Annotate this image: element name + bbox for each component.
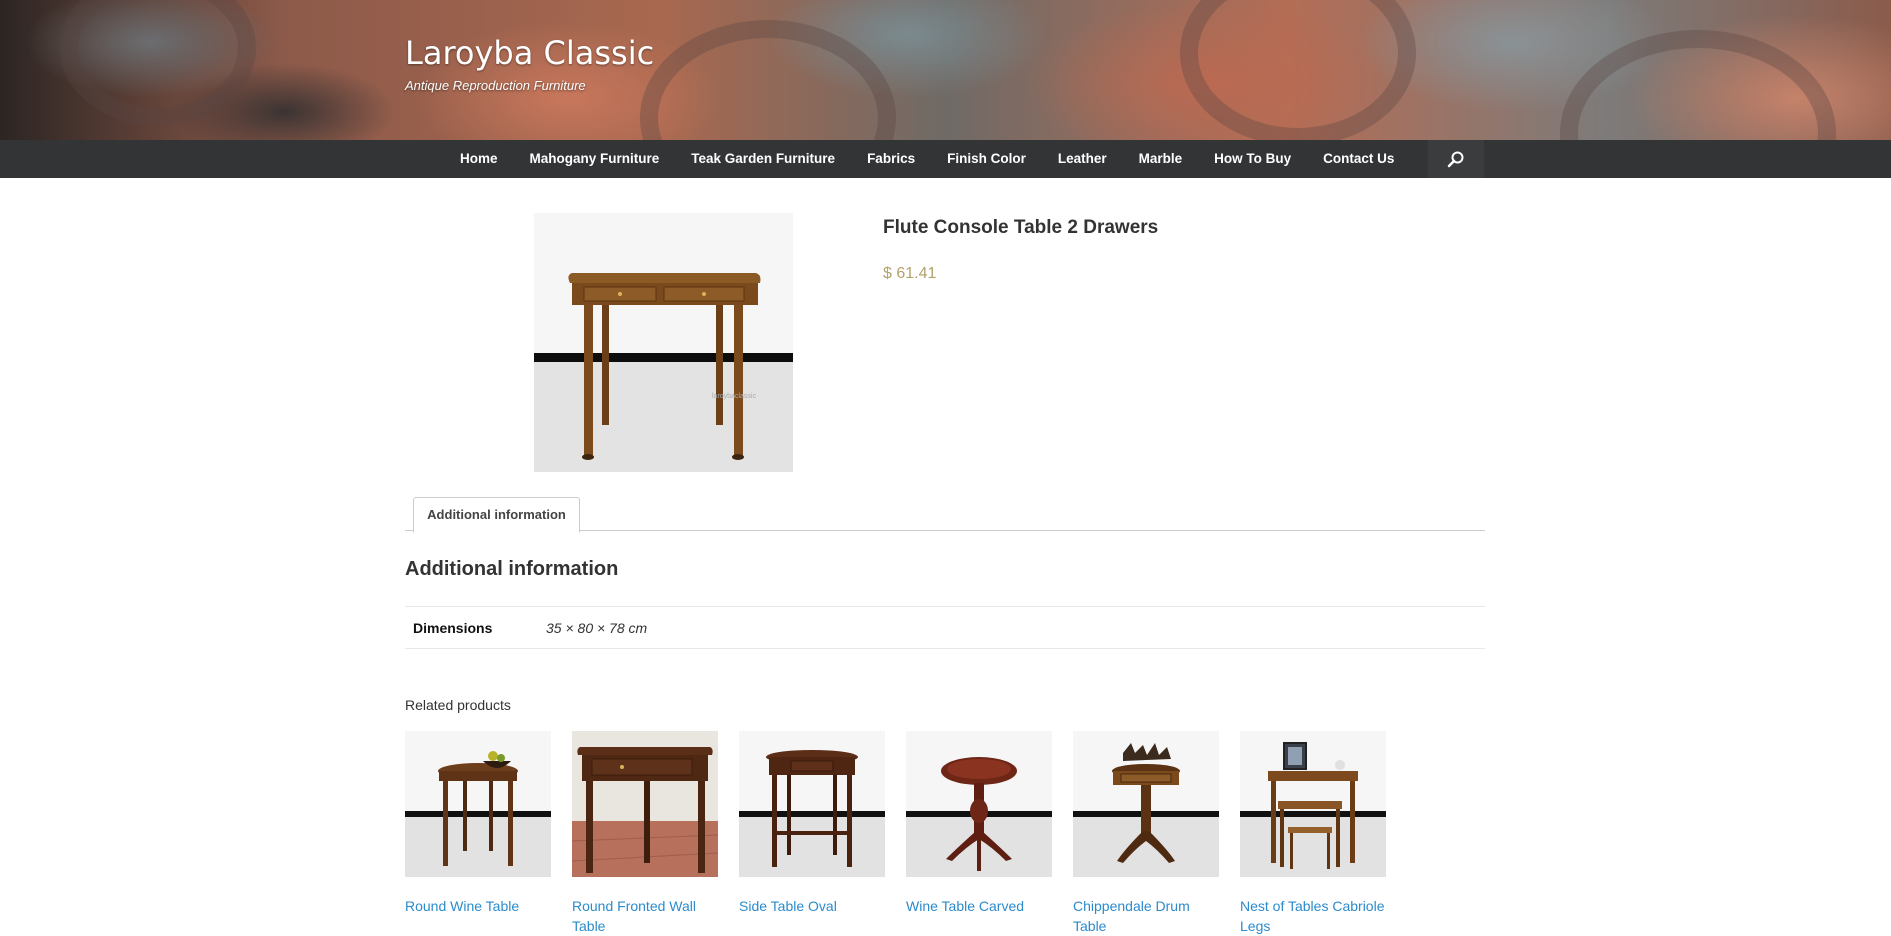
product-thumbnail[interactable] bbox=[906, 731, 1052, 877]
additional-info-heading: Additional information bbox=[405, 558, 619, 580]
nav-item-mahogany-furniture[interactable]: Mahogany Furniture bbox=[514, 140, 676, 178]
search-icon bbox=[1447, 151, 1464, 168]
nav-item-leather[interactable]: Leather bbox=[1042, 140, 1123, 178]
wine-table-carved-illustration bbox=[906, 731, 1052, 877]
related-product-name[interactable]: Side Table Oval bbox=[739, 896, 885, 916]
related-product-card[interactable]: Wine Table Carved bbox=[906, 731, 1052, 916]
header-swirl bbox=[1180, 0, 1416, 140]
related-products-heading: Related products bbox=[405, 697, 511, 713]
site-header: Laroyba Classic Antique Reproduction Fur… bbox=[0, 0, 1891, 140]
attribute-value: 35 × 80 × 78 cm bbox=[542, 606, 1485, 649]
wall-table-illustration bbox=[572, 731, 718, 877]
site-tagline: Antique Reproduction Furniture bbox=[405, 78, 586, 93]
main-navigation: Home Mahogany Furniture Teak Garden Furn… bbox=[0, 140, 1891, 178]
tab-additional-information[interactable]: Additional information bbox=[413, 497, 580, 533]
search-toggle-button[interactable] bbox=[1428, 140, 1484, 178]
chippendale-drum-table-illustration bbox=[1073, 731, 1219, 877]
nest-of-tables-illustration bbox=[1240, 731, 1386, 877]
related-product-name[interactable]: Wine Table Carved bbox=[906, 896, 1052, 916]
nav-item-fabrics[interactable]: Fabrics bbox=[851, 140, 931, 178]
nav-menu: Home Mahogany Furniture Teak Garden Furn… bbox=[444, 140, 1410, 178]
nav-item-marble[interactable]: Marble bbox=[1123, 140, 1199, 178]
attribute-label: Dimensions bbox=[405, 606, 542, 649]
console-table-illustration: laroybaclassic bbox=[534, 213, 793, 472]
product-thumbnail[interactable] bbox=[739, 731, 885, 877]
related-product-name[interactable]: Round Wine Table bbox=[405, 896, 551, 916]
image-watermark: laroybaclassic bbox=[712, 393, 756, 400]
product-thumbnail[interactable] bbox=[572, 731, 718, 877]
related-product-card[interactable]: Side Table Oval bbox=[739, 731, 885, 916]
related-product-card[interactable]: Nest of Tables Cabriole Legs bbox=[1240, 731, 1386, 936]
related-product-name[interactable]: Chippendale Drum Table bbox=[1073, 896, 1219, 936]
related-product-name[interactable]: Round Fronted Wall Table bbox=[572, 896, 718, 936]
nav-item-contact-us[interactable]: Contact Us bbox=[1307, 140, 1410, 178]
attributes-table: Dimensions 35 × 80 × 78 cm bbox=[405, 606, 1485, 649]
related-product-card[interactable]: Round Fronted Wall Table bbox=[572, 731, 718, 936]
product-thumbnail[interactable] bbox=[405, 731, 551, 877]
side-table-oval-illustration bbox=[739, 731, 885, 877]
product-title: Flute Console Table 2 Drawers bbox=[883, 217, 1159, 238]
product-image[interactable]: laroybaclassic bbox=[534, 213, 793, 472]
related-product-card[interactable]: Chippendale Drum Table bbox=[1073, 731, 1219, 936]
table-row: Dimensions 35 × 80 × 78 cm bbox=[405, 606, 1485, 649]
related-product-card[interactable]: Round Wine Table bbox=[405, 731, 551, 916]
site-title[interactable]: Laroyba Classic bbox=[405, 34, 654, 72]
header-swirl bbox=[640, 20, 896, 140]
related-product-name[interactable]: Nest of Tables Cabriole Legs bbox=[1240, 896, 1386, 936]
product-price: $ 61.41 bbox=[883, 265, 937, 282]
product-thumbnail[interactable] bbox=[1073, 731, 1219, 877]
nav-item-home[interactable]: Home bbox=[444, 140, 514, 178]
header-swirl bbox=[1560, 30, 1836, 140]
header-swirl bbox=[60, 0, 256, 126]
nav-item-teak-garden-furniture[interactable]: Teak Garden Furniture bbox=[675, 140, 851, 178]
nav-item-finish-color[interactable]: Finish Color bbox=[931, 140, 1042, 178]
product-thumbnail[interactable] bbox=[1240, 731, 1386, 877]
round-wine-table-illustration bbox=[405, 731, 551, 877]
nav-item-how-to-buy[interactable]: How To Buy bbox=[1198, 140, 1307, 178]
